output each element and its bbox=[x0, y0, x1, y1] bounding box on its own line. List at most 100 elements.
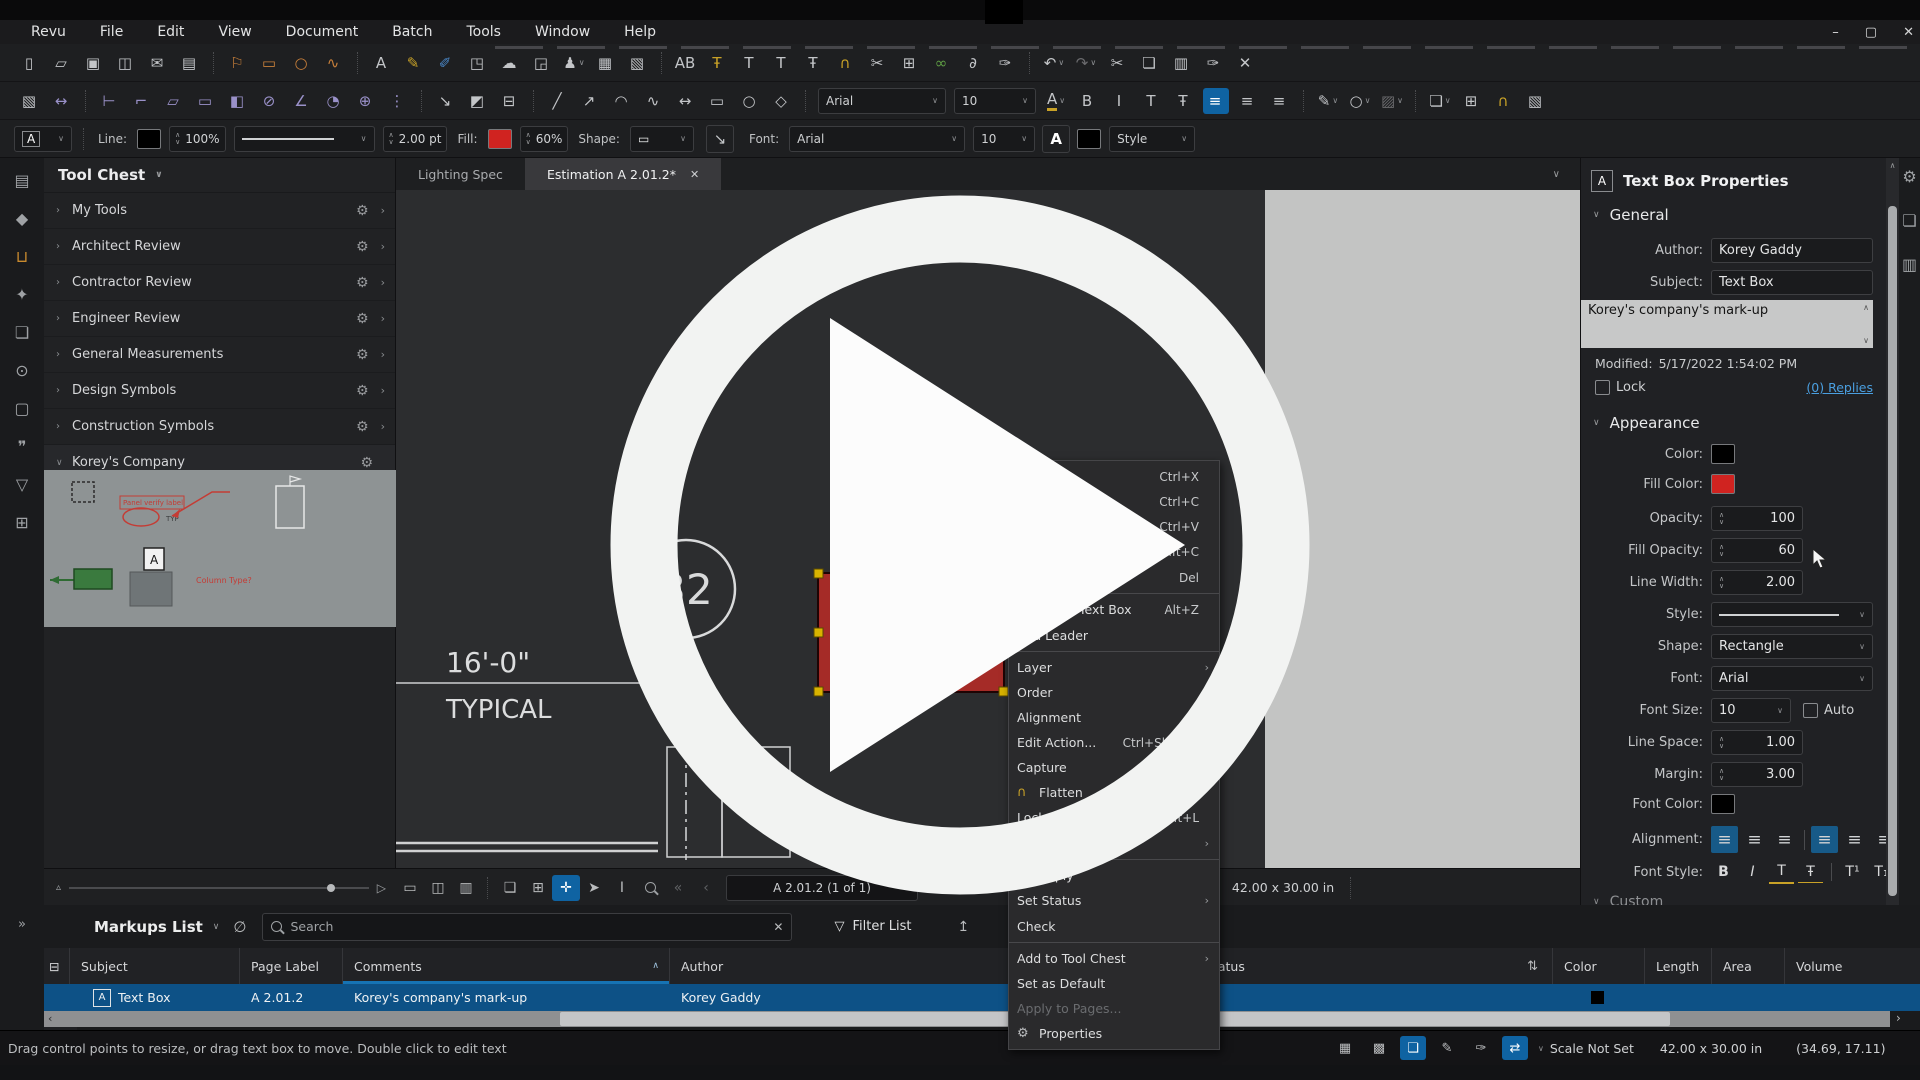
copy-icon[interactable]: ❏ bbox=[1137, 50, 1163, 76]
flatten-bell-icon[interactable]: ∩ bbox=[1491, 88, 1517, 114]
filter-list-button[interactable]: ▽ Filter List bbox=[834, 919, 911, 934]
context-menu-item[interactable]: Set Status › bbox=[1009, 888, 1219, 913]
hyperlink-icon[interactable]: ∞ bbox=[929, 50, 955, 76]
tool-chest-group[interactable]: › Design Symbols ⚙ › bbox=[44, 373, 395, 409]
profile-icon[interactable]: ▤ bbox=[177, 50, 203, 76]
context-menu-item[interactable]: Copy Ctrl+C bbox=[1009, 489, 1219, 514]
menu-item[interactable]: Revu bbox=[14, 24, 83, 40]
context-menu-item[interactable]: ▤ Legend › bbox=[1009, 830, 1219, 860]
context-menu-item[interactable]: Set as Default bbox=[1009, 971, 1219, 996]
arrow-icon[interactable]: ↗ bbox=[577, 88, 603, 114]
highlight-pen-icon[interactable]: ✎ ∨ bbox=[1315, 88, 1341, 114]
superscript-button[interactable]: T¹ bbox=[1840, 861, 1865, 883]
column-color[interactable]: Color bbox=[1553, 948, 1645, 984]
line-opacity-field[interactable]: ∧ ∨ 100% bbox=[169, 125, 226, 152]
scale-dropdown-icon[interactable]: ∨ bbox=[1538, 1044, 1544, 1053]
status-scale[interactable]: Scale Not Set bbox=[1550, 1041, 1634, 1056]
format-painter-icon[interactable]: ✑ bbox=[993, 50, 1019, 76]
align-middle-button[interactable]: ≡ bbox=[1841, 826, 1868, 853]
calibrate-icon[interactable]: ↘ bbox=[433, 88, 459, 114]
font-family-select[interactable]: Arial ∨ bbox=[818, 87, 946, 114]
context-menu-item[interactable]: Paste in Place Ctrl+Shift+C bbox=[1009, 539, 1219, 564]
rectangle-shape-icon[interactable]: ▭ bbox=[705, 88, 731, 114]
context-menu-item[interactable]: Apply to Pages... bbox=[1009, 996, 1219, 1021]
expand-chevron-icon[interactable]: › bbox=[56, 349, 72, 360]
fill-color-swatch[interactable] bbox=[1711, 474, 1735, 494]
context-menu-item[interactable]: Delete Del bbox=[1009, 564, 1219, 594]
tool-chest-group[interactable]: › Engineer Review ⚙ › bbox=[44, 301, 395, 337]
text-box-tool-icon[interactable]: A bbox=[369, 50, 395, 76]
tool-chest-group[interactable]: › Architect Review ⚙ › bbox=[44, 229, 395, 265]
tool-chest-header[interactable]: Tool Chest ∨ bbox=[44, 158, 395, 193]
margin-field[interactable]: ∧ ∨ 3.00 bbox=[1711, 762, 1803, 787]
last-page-icon[interactable]: » bbox=[952, 875, 980, 901]
italic-button[interactable]: I bbox=[1740, 861, 1765, 883]
viewports-icon[interactable]: ⊟ bbox=[497, 88, 523, 114]
context-menu-item[interactable]: Alignment › bbox=[1009, 705, 1219, 730]
line-width-field[interactable]: ∧ ∨ 2.00 pt bbox=[382, 125, 448, 152]
perimeter-measure-icon[interactable]: ▱ bbox=[161, 88, 187, 114]
align-left-button[interactable]: ≡ bbox=[1711, 826, 1738, 853]
gear-icon[interactable]: ⚙ bbox=[356, 311, 369, 327]
file-access-panel-icon[interactable]: ◆ bbox=[7, 206, 37, 230]
measurements-panel-icon[interactable]: ▥ bbox=[1899, 252, 1920, 276]
align-left-icon[interactable]: ≡ bbox=[1203, 87, 1229, 114]
paste-icon[interactable]: ▥ bbox=[1169, 50, 1195, 76]
scroll-right-icon[interactable]: › bbox=[1896, 1011, 1901, 1025]
scale-button[interactable]: ↘ bbox=[705, 124, 734, 153]
scrollbar-up-icon[interactable]: ∧ bbox=[1886, 158, 1899, 170]
tool-chest-group[interactable]: › Construction Symbols ⚙ › bbox=[44, 409, 395, 445]
tool-chest-group[interactable]: › Contractor Review ⚙ › bbox=[44, 265, 395, 301]
search-panel-icon[interactable]: ⊙ bbox=[7, 358, 37, 382]
underline-markup-icon[interactable]: T bbox=[737, 50, 763, 76]
underline-icon[interactable]: T bbox=[1139, 88, 1165, 114]
font-color-icon[interactable]: A ∨ bbox=[1043, 88, 1069, 114]
cloud-icon[interactable]: ☁ bbox=[497, 50, 523, 76]
bold-button[interactable]: B bbox=[1711, 861, 1736, 883]
minimize-button[interactable]: – bbox=[1832, 25, 1839, 40]
scrollbar-thumb[interactable] bbox=[1888, 206, 1897, 896]
markup-tools-panel-icon[interactable]: ✦ bbox=[7, 282, 37, 306]
autosize-button[interactable]: A bbox=[1042, 124, 1071, 153]
font-select[interactable]: Arial ∨ bbox=[1711, 666, 1873, 691]
delete-icon[interactable]: ✕ bbox=[1233, 50, 1259, 76]
scroll-left-icon[interactable]: ‹ bbox=[48, 1012, 52, 1025]
subject-field[interactable]: Text Box bbox=[1711, 270, 1873, 295]
strikethrough-markup-icon[interactable]: Ŧ bbox=[705, 50, 731, 76]
snap-icon[interactable]: ▩ bbox=[1366, 1036, 1392, 1060]
select-tool-icon[interactable]: ➤ bbox=[580, 875, 608, 901]
font-color-swatch[interactable] bbox=[1077, 128, 1102, 149]
snapshot-region-icon[interactable]: ▧ bbox=[1523, 88, 1549, 114]
zoom-slider[interactable]: ▵ ▷ bbox=[44, 881, 396, 895]
column-subject[interactable]: Subject bbox=[70, 948, 240, 984]
line-space-field[interactable]: ∧ ∨ 1.00 bbox=[1711, 730, 1803, 755]
appearance-section-header[interactable]: ∨ Appearance bbox=[1593, 414, 1700, 432]
cutout-measure-icon[interactable]: ◧ bbox=[225, 88, 251, 114]
shape-select[interactable]: Rectangle ∨ bbox=[1711, 634, 1873, 659]
insert-textbox-icon[interactable]: ⊞ bbox=[897, 50, 923, 76]
expand-chevron-icon[interactable]: › bbox=[56, 205, 72, 216]
highlighter-icon[interactable]: ✐ bbox=[433, 50, 459, 76]
select-symbol[interactable] bbox=[71, 481, 95, 503]
align-center-button[interactable]: ≡ bbox=[1741, 826, 1768, 853]
count-measure-icon[interactable]: ⋮ bbox=[385, 88, 411, 114]
expand-chevron-icon[interactable]: › bbox=[56, 277, 72, 288]
column-symbol[interactable] bbox=[129, 571, 173, 607]
tab-lighting-spec[interactable]: Lighting Spec bbox=[396, 158, 525, 190]
page-indicator[interactable]: A 2.01.2 (1 of 1) bbox=[726, 874, 918, 901]
lasso-markup-icon[interactable]: ⚐ bbox=[225, 50, 251, 76]
replies-link[interactable]: (0) Replies bbox=[1806, 380, 1873, 395]
context-menu-item[interactable]: Auto-size Text Box Alt+Z bbox=[1009, 597, 1219, 622]
props-font-size-select[interactable]: 10 ∨ bbox=[973, 125, 1036, 152]
comments-panel-icon[interactable]: ❞ bbox=[7, 434, 37, 458]
context-menu-item[interactable]: Cut Ctrl+X bbox=[1009, 464, 1219, 489]
expand-panel-icon[interactable]: » bbox=[18, 917, 26, 932]
italic-icon[interactable]: I bbox=[1107, 88, 1133, 114]
gear-icon[interactable]: ⚙ bbox=[356, 203, 369, 219]
fill-opacity-field[interactable]: ∧ ∨ 60 bbox=[1711, 538, 1803, 563]
column-comments[interactable]: Comments ∧ bbox=[343, 948, 670, 984]
spaces-panel-icon[interactable]: ▽ bbox=[7, 472, 37, 496]
expand-chevron-icon[interactable]: › bbox=[56, 421, 72, 432]
rectangle-markup-icon[interactable]: ▭ bbox=[257, 50, 283, 76]
ellipse-shape-icon[interactable]: ○ bbox=[737, 88, 763, 114]
